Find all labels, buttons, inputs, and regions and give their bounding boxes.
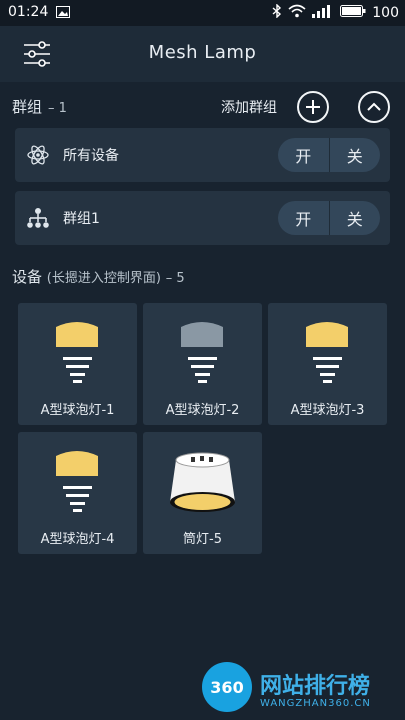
- device-tile[interactable]: A型球泡灯-1: [18, 303, 137, 425]
- group-row-all-devices[interactable]: 所有设备 开 关: [15, 128, 390, 182]
- chevron-up-icon: [367, 102, 381, 111]
- device-name: A型球泡灯-4: [40, 532, 115, 547]
- devices-title: 设备: [12, 268, 43, 286]
- image-icon: [56, 6, 70, 22]
- bulb-glass: [181, 322, 223, 347]
- status-bar: 01:24 100: [0, 0, 405, 26]
- on-button[interactable]: 开: [278, 201, 329, 235]
- collapse-groups-button[interactable]: [358, 91, 390, 123]
- on-off-toggle: 开 关: [278, 201, 380, 235]
- atom-icon: [27, 144, 49, 166]
- bulb-glass: [56, 451, 98, 476]
- status-time: 01:24: [8, 4, 49, 20]
- watermark-logo: 360: [202, 662, 252, 712]
- downlight-glow: [174, 494, 231, 510]
- off-button[interactable]: 关: [330, 201, 381, 235]
- status-right: 100: [272, 3, 399, 22]
- device-tile[interactable]: A型球泡灯-4: [18, 432, 137, 554]
- groups-header: 群组 – 1 添加群组: [0, 88, 405, 124]
- devices-subtitle: (长摁进入控制界面): [46, 271, 161, 286]
- group-row-label: 所有设备: [63, 148, 119, 164]
- wifi-icon: [288, 4, 306, 22]
- signal-icon: [312, 4, 334, 22]
- add-group-button[interactable]: [297, 91, 329, 123]
- on-button[interactable]: 开: [278, 138, 329, 172]
- bulb-icon: [181, 322, 223, 383]
- battery-level: 100: [372, 5, 399, 21]
- device-name: A型球泡灯-1: [40, 403, 115, 418]
- devices-header: 设备 (长摁进入控制界面) – 5: [12, 266, 185, 287]
- groups-title-text: 群组: [12, 98, 43, 116]
- groups-title: 群组 – 1: [12, 96, 67, 117]
- app-title: Mesh Lamp: [148, 42, 257, 63]
- group-row-label: 群组1: [63, 211, 100, 227]
- group-row-group1[interactable]: 群组1 开 关: [15, 191, 390, 245]
- groups-count: – 1: [48, 101, 67, 116]
- hierarchy-icon: [27, 207, 49, 229]
- watermark-title: 网站排行榜: [260, 674, 371, 699]
- bulb-icon: [56, 451, 98, 512]
- downlight-icon: [170, 452, 235, 512]
- bulb-icon: [56, 322, 98, 383]
- device-tile[interactable]: A型球泡灯-2: [143, 303, 262, 425]
- devices-count: – 5: [165, 271, 185, 286]
- plus-icon: [306, 100, 320, 114]
- app-bar: Mesh Lamp: [0, 26, 405, 82]
- device-name: A型球泡灯-3: [290, 403, 365, 418]
- watermark-url: WANGZHAN360.CN: [260, 698, 371, 709]
- on-off-toggle: 开 关: [278, 138, 380, 172]
- device-tile[interactable]: A型球泡灯-3: [268, 303, 387, 425]
- watermark: 360 网站排行榜 WANGZHAN360.CN: [196, 660, 401, 716]
- device-name: 筒灯-5: [183, 532, 222, 547]
- bulb-glass: [306, 322, 348, 347]
- device-name: A型球泡灯-2: [165, 403, 240, 418]
- battery-icon: [340, 4, 366, 22]
- bluetooth-icon: [272, 3, 282, 22]
- bulb-glass: [56, 322, 98, 347]
- add-group-label[interactable]: 添加群组: [221, 97, 277, 117]
- device-tile[interactable]: 筒灯-5: [143, 432, 262, 554]
- off-button[interactable]: 关: [330, 138, 381, 172]
- bulb-icon: [306, 322, 348, 383]
